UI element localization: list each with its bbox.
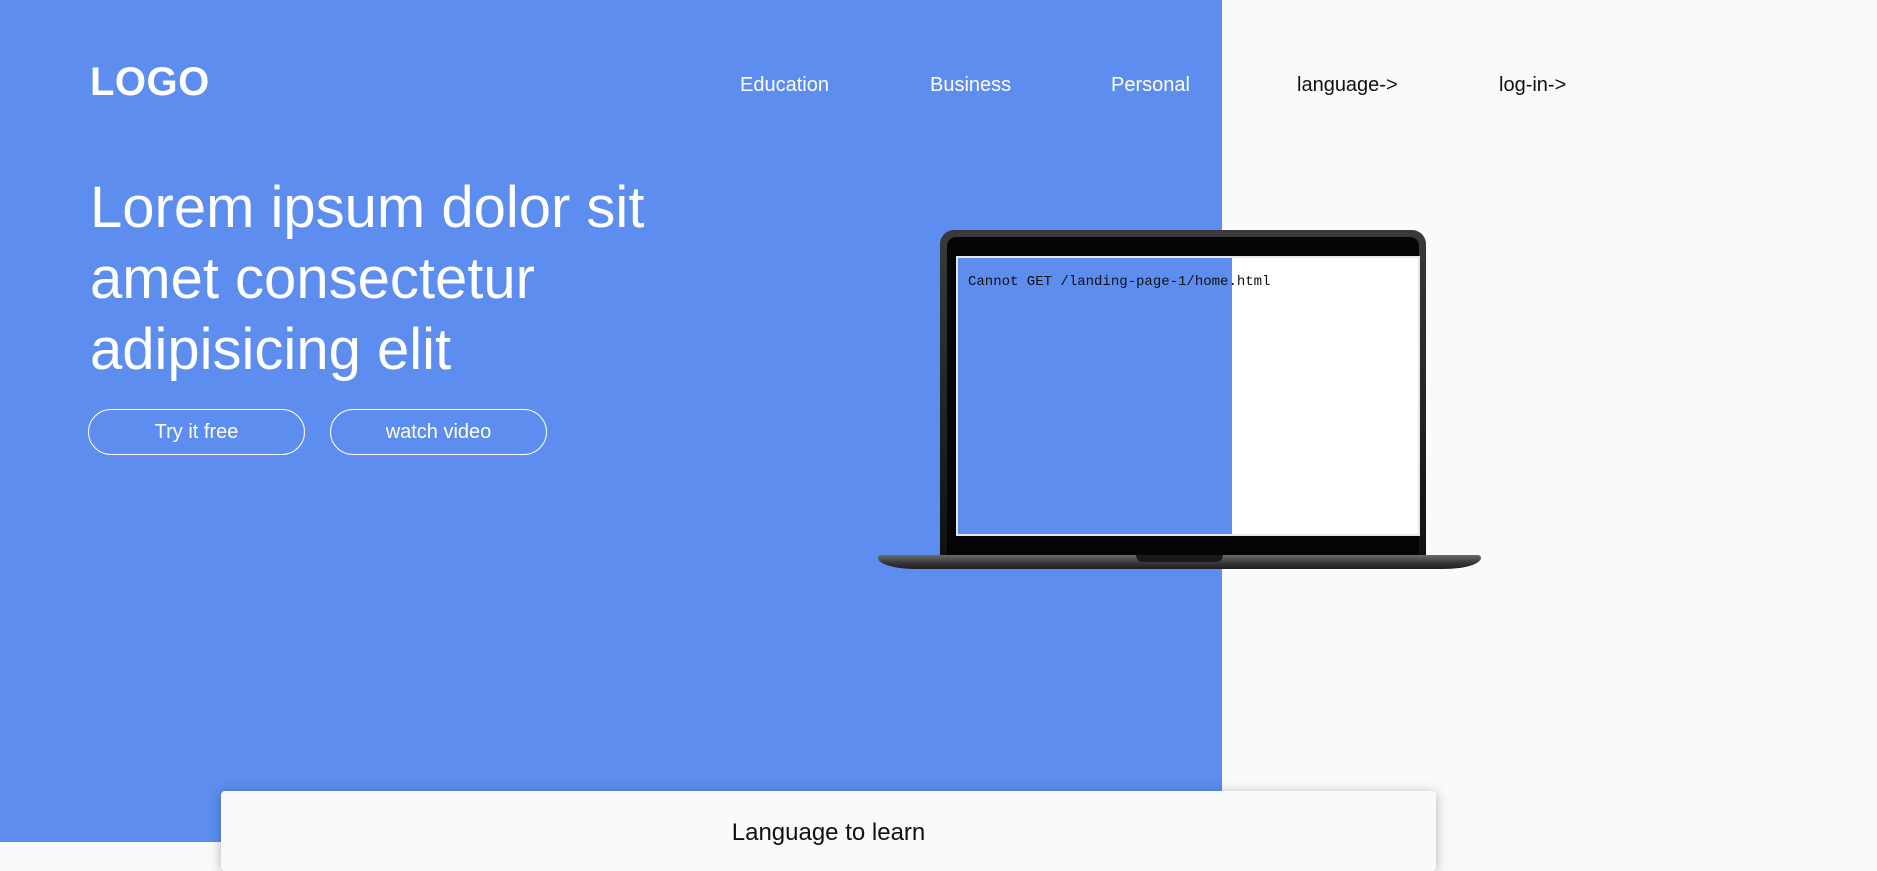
- laptop-bezel: Cannot GET /landing-page-1/home.html: [947, 237, 1420, 556]
- language-card: Language to learn: [221, 791, 1436, 871]
- logo[interactable]: LOGO: [90, 60, 210, 105]
- watch-video-button[interactable]: watch video: [330, 409, 547, 455]
- laptop-mockup: Cannot GET /landing-page-1/home.html: [878, 230, 1481, 572]
- language-card-title: Language to learn: [731, 819, 926, 846]
- nav-link-language[interactable]: language->: [1297, 74, 1398, 97]
- hero-title: Lorem ipsum dolor sit amet consectetur a…: [90, 175, 645, 382]
- nav-link-personal[interactable]: Personal: [1111, 74, 1190, 97]
- nav-link-business[interactable]: Business: [930, 74, 1011, 97]
- laptop-notch: [1136, 555, 1223, 562]
- laptop-lid: Cannot GET /landing-page-1/home.html: [940, 230, 1426, 556]
- screen-error-text: Cannot GET /landing-page-1/home.html: [968, 274, 1271, 290]
- laptop-screen: Cannot GET /landing-page-1/home.html: [956, 256, 1420, 536]
- nav-link-education[interactable]: Education: [740, 74, 829, 97]
- nav-link-login[interactable]: log-in->: [1499, 74, 1566, 97]
- try-free-button[interactable]: Try it free: [88, 409, 305, 455]
